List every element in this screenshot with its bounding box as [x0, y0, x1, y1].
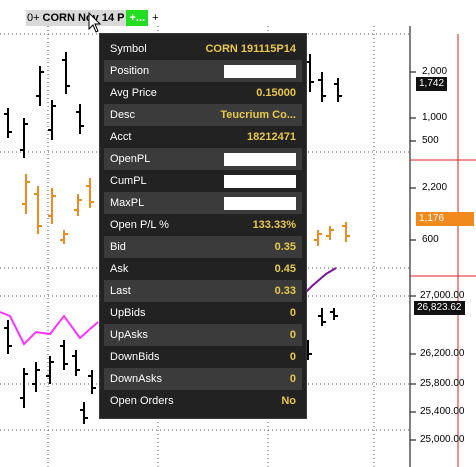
- popup-row-label: DownBids: [110, 351, 160, 363]
- popup-row-value: 0.33: [274, 285, 296, 297]
- popup-row-label: OpenPL: [110, 153, 151, 165]
- popup-row: Symbol CORN 191115P14: [104, 38, 302, 60]
- axis-label-top-1: 1,000: [422, 112, 448, 123]
- instrument-prefix[interactable]: 0+: [26, 10, 41, 26]
- popup-row-label: Acct: [110, 131, 132, 143]
- popup-row-value: 0.45: [274, 263, 296, 275]
- popup-row: Open Orders No: [104, 390, 302, 412]
- instrument-bar[interactable]: 0+ CORN Nov 14 P +... +: [26, 10, 213, 26]
- axis-label-bottom-4: 25,000.00: [420, 434, 465, 445]
- popup-row: Last 0.33: [104, 280, 302, 302]
- axis-label-bottom-2: 25,800.00: [420, 378, 465, 389]
- axis-label-top-2: 500: [422, 135, 439, 146]
- popup-row: DownBids 0: [104, 346, 302, 368]
- popup-row: Open P/L % 133.33%: [104, 214, 302, 236]
- instrument-title[interactable]: CORN Nov 14 P: [40, 10, 127, 26]
- popup-row: UpBids 0: [104, 302, 302, 324]
- magenta-line: [0, 311, 99, 346]
- popup-row-label: Symbol: [110, 43, 147, 55]
- popup-row-value: 0: [289, 329, 296, 341]
- popup-row-value-box: [224, 152, 296, 166]
- popup-row-value-box: [224, 174, 296, 188]
- position-info-popup: Symbol CORN 191115P14 Position Avg Price 0.1…: [100, 34, 306, 418]
- popup-row: Acct 18212471: [104, 126, 302, 148]
- popup-row-value-box: [224, 64, 296, 78]
- popup-row-label: Bid: [110, 241, 126, 253]
- popup-row-value: 0: [289, 351, 296, 363]
- popup-row-label: MaxPL: [110, 197, 145, 209]
- popup-row-value: Teucrium Co...: [220, 109, 296, 121]
- popup-row-value: 0: [289, 373, 296, 385]
- popup-row-label: CumPL: [110, 175, 147, 187]
- popup-row: Desc Teucrium Co...: [104, 104, 302, 126]
- popup-row-value: 0.35: [274, 241, 296, 253]
- popup-row-value: 133.33%: [252, 219, 296, 231]
- popup-row-label: Last: [110, 285, 131, 297]
- popup-row-label: Position: [110, 65, 150, 77]
- axis-label-middle-0: 2,200: [422, 182, 448, 193]
- popup-row-label: Ask: [110, 263, 129, 275]
- popup-row: DownAsks 0: [104, 368, 302, 390]
- popup-row-label: Desc: [110, 109, 136, 121]
- popup-row-value: No: [281, 395, 296, 407]
- popup-row: Position: [104, 60, 302, 82]
- popup-row: MaxPL: [104, 192, 302, 214]
- popup-row-label: Open Orders: [110, 395, 174, 407]
- popup-row-label: Open P/L %: [110, 219, 169, 231]
- axis-label-top-0: 2,000: [422, 66, 448, 77]
- axis-label-middle-1: 600: [422, 234, 439, 245]
- popup-row: Ask 0.45: [104, 258, 302, 280]
- popup-row-value: CORN 191115P14: [205, 43, 296, 55]
- popup-row-value: 0: [289, 307, 296, 319]
- top-price-badge: 1,742: [416, 77, 448, 91]
- chart-window[interactable]: 0+ CORN Nov 14 P +... + 2,000 1,742 1,00…: [0, 0, 476, 467]
- popup-row: UpAsks 0: [104, 324, 302, 346]
- add-instrument-button[interactable]: +...: [126, 10, 149, 26]
- axis-label-bottom-3: 25,400.00: [420, 406, 465, 417]
- popup-row: CumPL: [104, 170, 302, 192]
- axis-label-bottom-0: 27,000.00: [420, 290, 465, 301]
- popup-row-value: 18212471: [247, 131, 296, 143]
- mouse-cursor-icon: [88, 12, 102, 33]
- popup-row-label: DownAsks: [110, 373, 162, 385]
- popup-row: Avg Price 0.15000: [104, 82, 302, 104]
- popup-row-value: 0.15000: [256, 87, 296, 99]
- axis-label-bottom-1: 26,200.00: [420, 348, 465, 359]
- popup-row-label: UpBids: [110, 307, 146, 319]
- popup-row: Bid 0.35: [104, 236, 302, 258]
- instrument-extra-field[interactable]: +: [148, 10, 213, 26]
- popup-row-value-box: [224, 196, 296, 210]
- popup-row: OpenPL: [104, 148, 302, 170]
- reference-lines: [410, 34, 476, 467]
- axis-ticks: [410, 71, 416, 441]
- middle-price-badge: 1,176: [416, 212, 474, 226]
- popup-row-label: Avg Price: [110, 87, 157, 99]
- bottom-price-badge: 26,823.62: [414, 301, 465, 315]
- popup-row-label: UpAsks: [110, 329, 148, 341]
